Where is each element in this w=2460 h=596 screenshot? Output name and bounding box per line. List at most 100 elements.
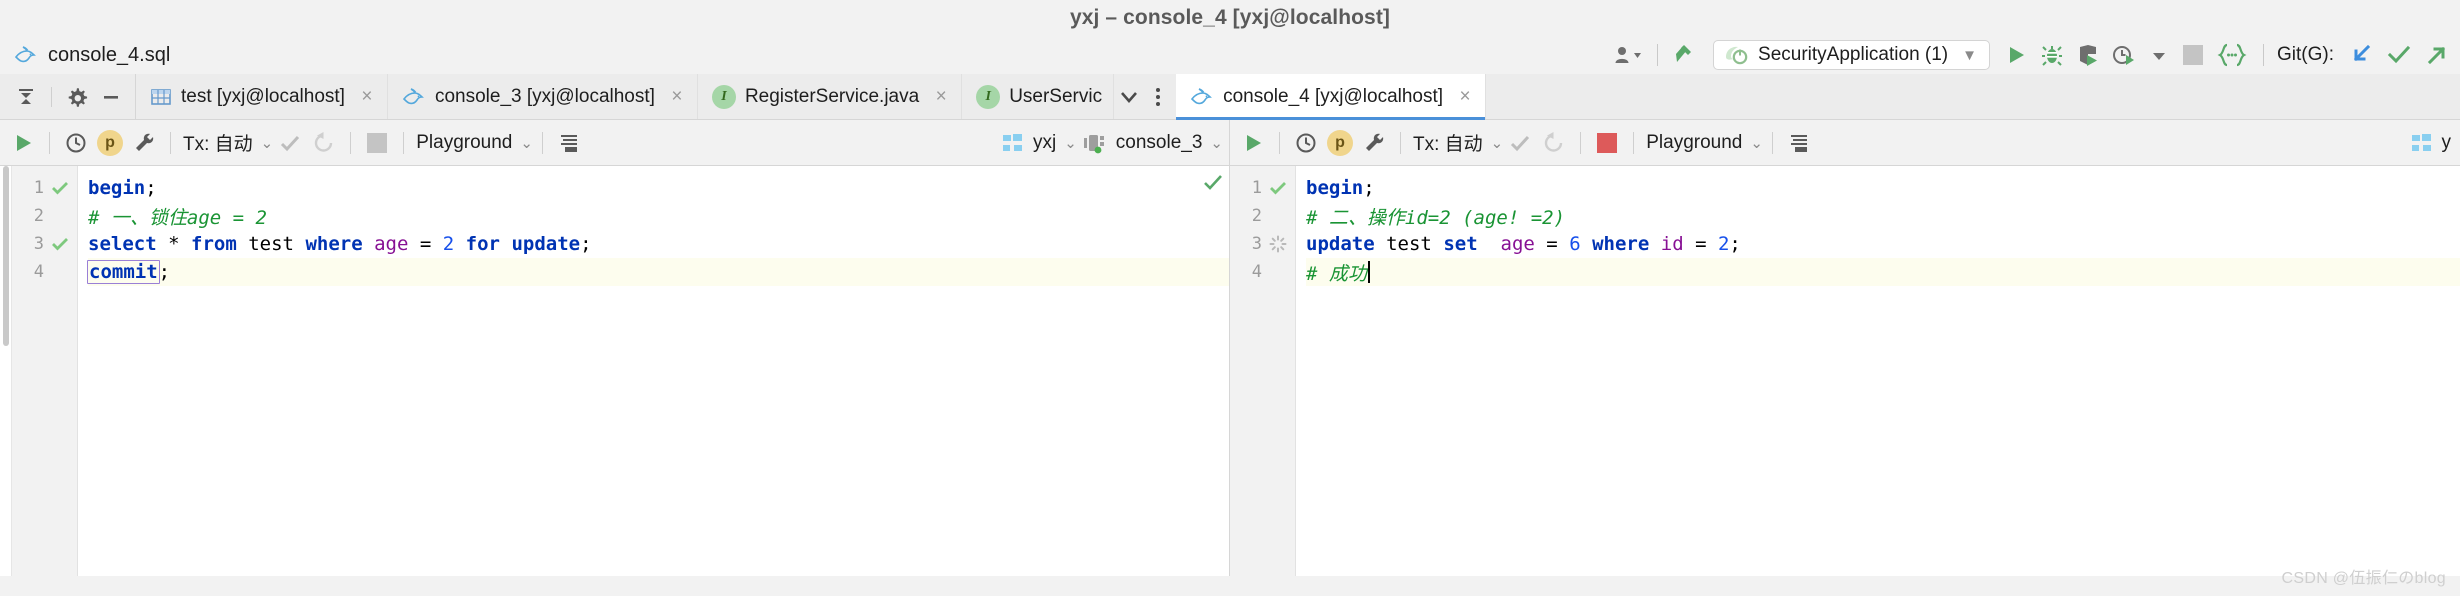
editor-tabs: test [yxj@localhost] × console_3 [yxj@lo…: [136, 74, 2460, 120]
code-line: commit;: [87, 258, 1229, 286]
stop-query-button[interactable]: [360, 126, 394, 160]
gutter-line: 1: [12, 174, 77, 202]
right-gutter[interactable]: 1 2 3 4: [1230, 166, 1296, 576]
editor-tab-bar: test [yxj@localhost] × console_3 [yxj@lo…: [0, 74, 2460, 120]
right-code-area[interactable]: begin; # 二、操作id=2 (age! =2) update test …: [1296, 166, 2460, 576]
wrench-icon[interactable]: [127, 126, 161, 160]
git-push-arrow-icon[interactable]: [2418, 38, 2456, 72]
wrench-icon[interactable]: [1357, 126, 1391, 160]
close-icon[interactable]: ×: [358, 87, 376, 106]
parameters-p-icon[interactable]: p: [1323, 126, 1357, 160]
schema-icon[interactable]: [996, 126, 1030, 160]
gutter-line: 3: [1230, 230, 1295, 258]
chevron-down-icon[interactable]: ⌄: [1064, 134, 1077, 152]
git-label: Git(G):: [2277, 44, 2334, 65]
git-commit-checkmark-icon[interactable]: [2380, 38, 2418, 72]
chevron-down-icon[interactable]: ▼: [1962, 47, 1977, 64]
toolbar-divider: [1771, 131, 1773, 154]
kebab-menu-icon[interactable]: [1154, 85, 1162, 109]
clock-history-icon[interactable]: [59, 126, 93, 160]
run-configuration-selector[interactable]: SecurityApplication (1) ▼: [1713, 40, 1990, 70]
stop-button[interactable]: [2176, 38, 2210, 72]
tab-label: UserServic: [1009, 85, 1103, 107]
gutter-line: 1: [1230, 174, 1295, 202]
schema-icon[interactable]: [2405, 126, 2439, 160]
chevron-down-icon[interactable]: [1118, 88, 1140, 106]
toolbar-divider: [1400, 131, 1401, 154]
build-hammer-icon[interactable]: [1667, 38, 1705, 72]
profiler-dropdown-chevron-down-icon[interactable]: [2142, 38, 2176, 72]
scheme-selector-label[interactable]: Playground: [1643, 132, 1745, 154]
token: where: [1592, 233, 1650, 255]
result-grid-icon[interactable]: [552, 126, 586, 160]
rollback-icon[interactable]: [307, 126, 341, 160]
tab-console-4[interactable]: console_4 [yxj@localhost] ×: [1176, 74, 1487, 120]
schema-label[interactable]: y: [2439, 132, 2455, 154]
chevron-down-icon[interactable]: ⌄: [520, 134, 533, 152]
chevron-down-icon[interactable]: ⌄: [1210, 134, 1223, 152]
stop-query-button[interactable]: [1590, 126, 1624, 160]
tab-register-service[interactable]: I RegisterService.java ×: [697, 74, 963, 119]
run-with-coverage-button[interactable]: [2070, 38, 2106, 72]
toolbar-divider: [403, 131, 405, 154]
code-line: select * from test where age = 2 for upd…: [88, 230, 1229, 258]
close-icon[interactable]: ×: [668, 87, 686, 106]
token: # 一、锁住age = 2: [88, 206, 267, 229]
toolbar-divider: [1580, 131, 1582, 154]
parameters-p-label: p: [1327, 129, 1353, 156]
token: begin: [1306, 177, 1364, 199]
rollback-icon[interactable]: [1537, 126, 1571, 160]
commit-check-icon[interactable]: [1503, 126, 1537, 160]
scheme-selector-label[interactable]: Playground: [413, 132, 515, 154]
schema-label[interactable]: yxj: [1030, 132, 1059, 154]
collapse-arrows-icon[interactable]: [10, 81, 42, 113]
session-label[interactable]: console_3: [1113, 132, 1206, 154]
transaction-mode-label[interactable]: Tx: 自动: [1410, 129, 1486, 156]
scrollbar-thumb[interactable]: [3, 166, 9, 346]
editor-scrollbar-left[interactable]: [0, 166, 12, 576]
close-icon[interactable]: ×: [1456, 87, 1474, 106]
right-pane: p Tx: 自动 ⌄ Playground ⌄ y 1 2 3 4 begin …: [1230, 120, 2460, 576]
user-dropdown-icon[interactable]: [1608, 38, 1648, 72]
execute-button[interactable]: [1236, 126, 1270, 160]
inspection-ok-check-icon[interactable]: [1203, 174, 1223, 197]
breadcrumb[interactable]: console_4.sql: [0, 44, 170, 67]
chevron-down-icon[interactable]: ⌄: [1750, 134, 1763, 152]
debug-button[interactable]: [2034, 38, 2070, 72]
close-icon[interactable]: ×: [932, 87, 950, 106]
git-update-project-icon[interactable]: [2342, 38, 2380, 72]
chevron-down-icon[interactable]: ⌄: [1491, 134, 1504, 152]
toolbar-divider: [541, 131, 543, 154]
commit-check-icon[interactable]: [273, 126, 307, 160]
run-button[interactable]: [1998, 38, 2034, 72]
git-divider: [2263, 44, 2264, 66]
left-editor[interactable]: 1 2 3 4 begin ; # 一、锁住age = 2 select * f…: [0, 166, 1229, 576]
token: update: [1306, 233, 1375, 255]
code-line: # 二、操作id=2 (age! =2): [1306, 202, 2460, 230]
text-caret: [1367, 261, 1370, 283]
toolbar-divider: [350, 131, 352, 154]
left-code-area[interactable]: begin; # 一、锁住age = 2 select * from test …: [78, 166, 1229, 576]
result-grid-icon[interactable]: [1782, 126, 1816, 160]
token: begin: [88, 177, 146, 199]
session-icon[interactable]: [1077, 126, 1113, 160]
profiler-button[interactable]: [2106, 38, 2142, 72]
clock-history-icon[interactable]: [1289, 126, 1323, 160]
minus-icon[interactable]: [95, 81, 127, 113]
parameters-p-icon[interactable]: p: [93, 126, 127, 160]
title-bar: yxj – console_4 [yxj@localhost]: [0, 0, 2460, 36]
tab-user-service[interactable]: I UserServic: [962, 74, 1115, 119]
line-number: 2: [1251, 206, 1262, 226]
tab-test[interactable]: test [yxj@localhost] ×: [136, 74, 388, 119]
gear-icon[interactable]: [61, 81, 93, 113]
code-braces-button[interactable]: [2210, 38, 2254, 72]
left-gutter[interactable]: 1 2 3 4: [12, 166, 78, 576]
left-pane: p Tx: 自动 ⌄ Playground ⌄ yxj ⌄ console_3 …: [0, 120, 1230, 576]
transaction-mode-label[interactable]: Tx: 自动: [180, 129, 256, 156]
right-editor[interactable]: 1 2 3 4 begin ; # 二、操作id=2 (age! =2) upd…: [1230, 166, 2460, 576]
tab-console-3[interactable]: console_3 [yxj@localhost] ×: [387, 74, 698, 119]
execute-button[interactable]: [6, 126, 40, 160]
window-title: yxj – console_4 [yxj@localhost]: [1069, 6, 1391, 29]
token: age: [374, 233, 409, 255]
chevron-down-icon[interactable]: ⌄: [261, 134, 274, 152]
